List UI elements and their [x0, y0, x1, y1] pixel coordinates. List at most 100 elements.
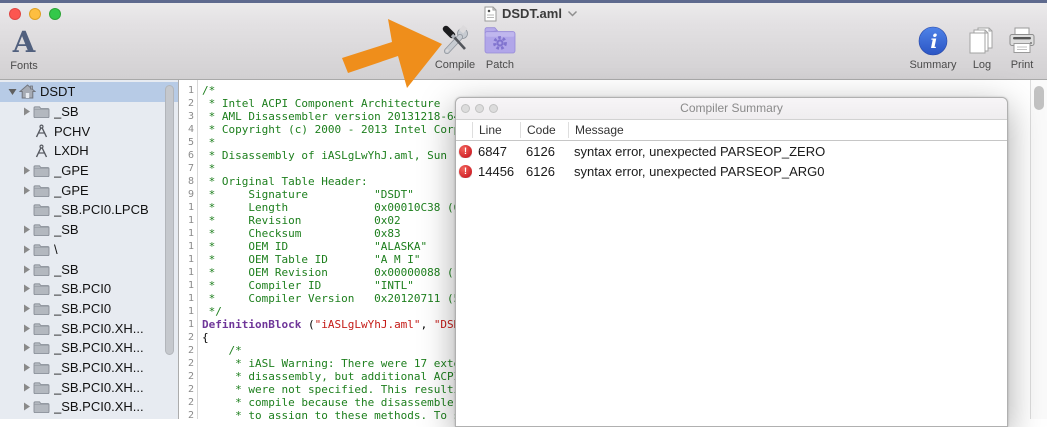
window-top-edge	[0, 0, 1047, 3]
line-number: 4	[180, 123, 194, 136]
printer-icon	[1005, 25, 1039, 57]
sidebar-item-sb[interactable]: _SB	[0, 259, 178, 279]
line-number: 8	[180, 175, 194, 188]
panel-minimize-button[interactable]	[475, 104, 484, 113]
message-column-header[interactable]: Message	[568, 122, 1007, 138]
sidebar-item-sb-pci0-xh[interactable]: _SB.PCI0.XH...	[0, 377, 178, 397]
error-message-cell: syntax error, unexpected PARSEOP_ZERO	[568, 144, 1007, 159]
line-number: 2	[180, 344, 194, 357]
line-number: 1	[180, 201, 194, 214]
sidebar-item-label: \	[54, 242, 58, 257]
compile-button[interactable]: Compile	[427, 24, 483, 71]
summary-button[interactable]: i Summary	[905, 24, 961, 71]
print-label: Print	[1011, 59, 1034, 71]
fonts-icon: A	[13, 26, 36, 58]
sidebar-item-label: _GPE	[54, 183, 89, 198]
editor-scrollbar-thumb[interactable]	[1034, 86, 1044, 110]
sidebar-item-sb-pci0[interactable]: _SB.PCI0	[0, 299, 178, 319]
patch-button[interactable]: Patch	[476, 24, 524, 71]
disclosure-right-icon[interactable]	[20, 363, 32, 372]
sidebar-item-gpe[interactable]: _GPE	[0, 161, 178, 181]
sidebar-item-[interactable]: \	[0, 240, 178, 260]
error-icon: !	[459, 165, 472, 178]
folder-icon	[32, 322, 50, 335]
sidebar-item-sb-pci0-lpcb[interactable]: _SB.PCI0.LPCB	[0, 200, 178, 220]
sidebar-item-label: PCHV	[54, 124, 90, 139]
compiler-summary-titlebar[interactable]: Compiler Summary	[456, 98, 1007, 120]
zoom-button[interactable]	[49, 8, 61, 20]
folder-icon	[32, 341, 50, 354]
disclosure-right-icon[interactable]	[20, 225, 32, 234]
folder-icon	[32, 105, 50, 118]
sidebar-item-sb-pci0-xh[interactable]: _SB.PCI0.XH...	[0, 397, 178, 417]
print-button[interactable]: Print	[1000, 24, 1044, 71]
compiler-summary-window: Compiler Summary Line Code Message !6847…	[455, 97, 1008, 427]
line-number: 2	[180, 409, 194, 419]
sidebar-scrollbar-thumb[interactable]	[165, 85, 174, 355]
error-table-body: !68476126syntax error, unexpected PARSEO…	[456, 141, 1007, 181]
panel-zoom-button[interactable]	[489, 104, 498, 113]
sidebar-item-dsdt[interactable]: DSDT	[0, 82, 178, 102]
disclosure-right-icon[interactable]	[20, 245, 32, 254]
panel-close-button[interactable]	[461, 104, 470, 113]
sidebar-item-sb-pci0-xh[interactable]: _SB.PCI0.XH...	[0, 318, 178, 338]
acpi-tree-sidebar: DSDT_SBPCHVLXDH_GPE_GPE_SB.PCI0.LPCB_SB\…	[0, 79, 179, 419]
code-column-header[interactable]: Code	[520, 122, 568, 138]
disclosure-right-icon[interactable]	[20, 265, 32, 274]
disclosure-right-icon[interactable]	[20, 383, 32, 392]
line-number: 2	[180, 97, 194, 110]
error-row[interactable]: !68476126syntax error, unexpected PARSEO…	[456, 141, 1007, 161]
log-pages-icon	[965, 25, 999, 57]
sidebar-item-sb-pci0-xh[interactable]: _SB.PCI0.XH...	[0, 338, 178, 358]
compass-icon	[32, 144, 50, 158]
sidebar-tree: DSDT_SBPCHVLXDH_GPE_GPE_SB.PCI0.LPCB_SB\…	[0, 82, 178, 417]
patch-label: Patch	[486, 59, 514, 71]
disclosure-right-icon[interactable]	[20, 324, 32, 333]
sidebar-item-gpe[interactable]: _GPE	[0, 180, 178, 200]
compiler-summary-title: Compiler Summary	[456, 98, 1007, 118]
document-proxy-icon[interactable]	[484, 6, 497, 22]
disclosure-right-icon[interactable]	[20, 166, 32, 175]
sidebar-item-label: _SB.PCI0.XH...	[54, 380, 144, 395]
line-column-header[interactable]: Line	[472, 122, 520, 138]
error-code-cell: 6126	[520, 144, 568, 159]
sidebar-item-lxdh[interactable]: LXDH	[0, 141, 178, 161]
fonts-button[interactable]: A Fonts	[2, 25, 46, 72]
title-group: DSDT.aml	[484, 5, 578, 22]
disclosure-down-icon[interactable]	[6, 87, 18, 96]
line-number: 2	[180, 370, 194, 383]
log-button[interactable]: Log	[962, 24, 1002, 71]
line-number: 2	[180, 383, 194, 396]
line-number: 2	[180, 396, 194, 409]
sidebar-item-sb-pci0-xh[interactable]: _SB.PCI0.XH...	[0, 358, 178, 378]
compile-label: Compile	[435, 59, 475, 71]
editor-scrollbar-track[interactable]	[1030, 79, 1047, 419]
sidebar-item-sb[interactable]: _SB	[0, 102, 178, 122]
sidebar-item-sb[interactable]: _SB	[0, 220, 178, 240]
chevron-down-icon[interactable]	[567, 10, 578, 17]
line-number: 2	[180, 331, 194, 344]
line-number: 1	[180, 214, 194, 227]
minimize-button[interactable]	[29, 8, 41, 20]
disclosure-right-icon[interactable]	[20, 343, 32, 352]
sidebar-item-label: _SB.PCI0	[54, 281, 111, 296]
close-button[interactable]	[9, 8, 21, 20]
sidebar-item-label: LXDH	[54, 143, 89, 158]
error-table-header: Line Code Message	[456, 120, 1007, 141]
sidebar-item-sb-pci0[interactable]: _SB.PCI0	[0, 279, 178, 299]
sidebar-item-label: _SB	[54, 262, 79, 277]
maciasl-window: { "window": { "title": "DSDT.aml" }, "to…	[0, 0, 1047, 419]
sidebar-item-pchv[interactable]: PCHV	[0, 121, 178, 141]
sidebar-item-label: _SB.PCI0.XH...	[54, 399, 144, 414]
fonts-label: Fonts	[10, 60, 38, 72]
disclosure-right-icon[interactable]	[20, 304, 32, 313]
line-number: 5	[180, 136, 194, 149]
folder-icon	[32, 223, 50, 236]
sidebar-item-label: _SB.PCI0.XH...	[54, 340, 144, 355]
disclosure-right-icon[interactable]	[20, 284, 32, 293]
disclosure-right-icon[interactable]	[20, 107, 32, 116]
error-row[interactable]: !144566126syntax error, unexpected PARSE…	[456, 161, 1007, 181]
window-titlebar-toolbar: DSDT.aml A Fonts Compile	[0, 0, 1047, 80]
disclosure-right-icon[interactable]	[20, 186, 32, 195]
disclosure-right-icon[interactable]	[20, 402, 32, 411]
